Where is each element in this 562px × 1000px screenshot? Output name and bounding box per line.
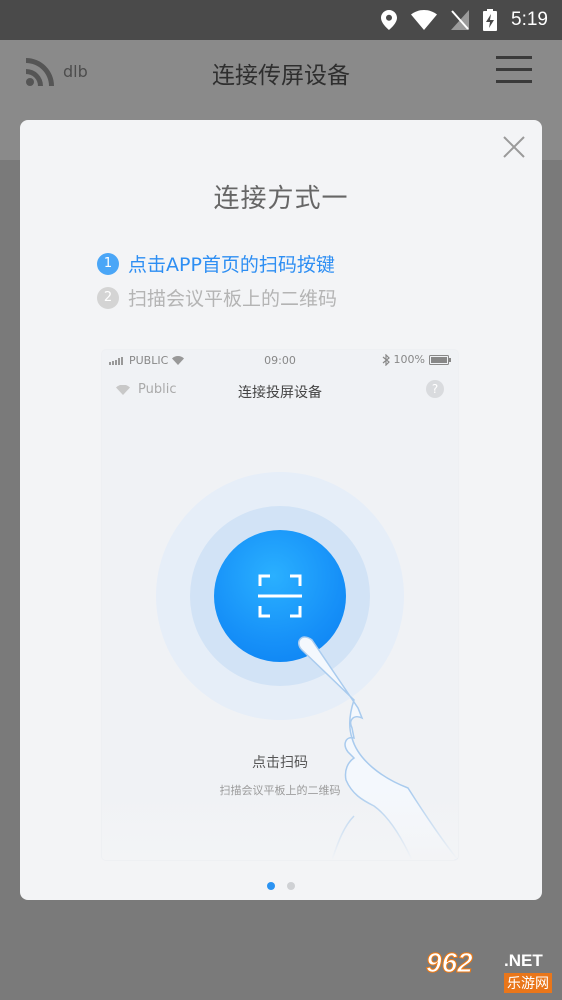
page-dot-2[interactable] xyxy=(287,882,295,890)
scan-label: 点击扫码 xyxy=(252,755,308,771)
step-number: 2 xyxy=(97,286,119,309)
phone-illustration: PUBLIC 09:00 100% Public 连接投屏设备 ? 点击扫码 xyxy=(102,350,458,860)
no-signal-icon xyxy=(451,10,470,30)
step-1: 1 点击APP首页的扫码按键 xyxy=(97,250,335,277)
location-icon xyxy=(381,10,398,30)
battery-icon xyxy=(429,354,451,365)
dialog-title: 连接方式一 xyxy=(213,184,349,214)
phone-nav-bar: Public 连接投屏设备 ? xyxy=(102,376,458,406)
page-indicator xyxy=(20,882,542,890)
wifi-icon xyxy=(411,10,438,30)
scan-icon xyxy=(258,574,302,618)
status-bar: 5:19 xyxy=(0,0,562,40)
connection-guide-dialog: 连接方式一 1 点击APP首页的扫码按键 2 扫描会议平板上的二维码 PUBLI… xyxy=(20,120,542,900)
step-number: 1 xyxy=(97,252,119,275)
step-2: 2 扫描会议平板上的二维码 xyxy=(97,284,337,311)
page-title: 连接传屏设备 xyxy=(212,63,350,89)
help-icon: ? xyxy=(426,380,444,398)
step-text: 扫描会议平板上的二维码 xyxy=(128,288,338,310)
watermark-net: .NET xyxy=(504,951,543,970)
close-icon[interactable] xyxy=(502,135,526,159)
phone-status-bar: PUBLIC 09:00 100% xyxy=(102,350,458,370)
step-text: 点击APP首页的扫码按键 xyxy=(128,254,335,276)
menu-icon[interactable] xyxy=(496,56,532,84)
phone-fade xyxy=(102,790,458,860)
battery-level: 100% xyxy=(393,353,425,366)
phone-battery: 100% xyxy=(382,353,451,366)
watermark-logo: 962 .NET 乐游网 xyxy=(420,945,558,997)
phone-title: 连接投屏设备 xyxy=(238,385,322,401)
bluetooth-icon xyxy=(382,353,390,366)
status-time: 5:19 xyxy=(511,9,548,30)
battery-charging-icon xyxy=(483,9,498,31)
watermark-number: 962 xyxy=(426,947,474,979)
watermark-site-name: 乐游网 xyxy=(504,973,552,993)
page-dot-1[interactable] xyxy=(267,882,275,890)
